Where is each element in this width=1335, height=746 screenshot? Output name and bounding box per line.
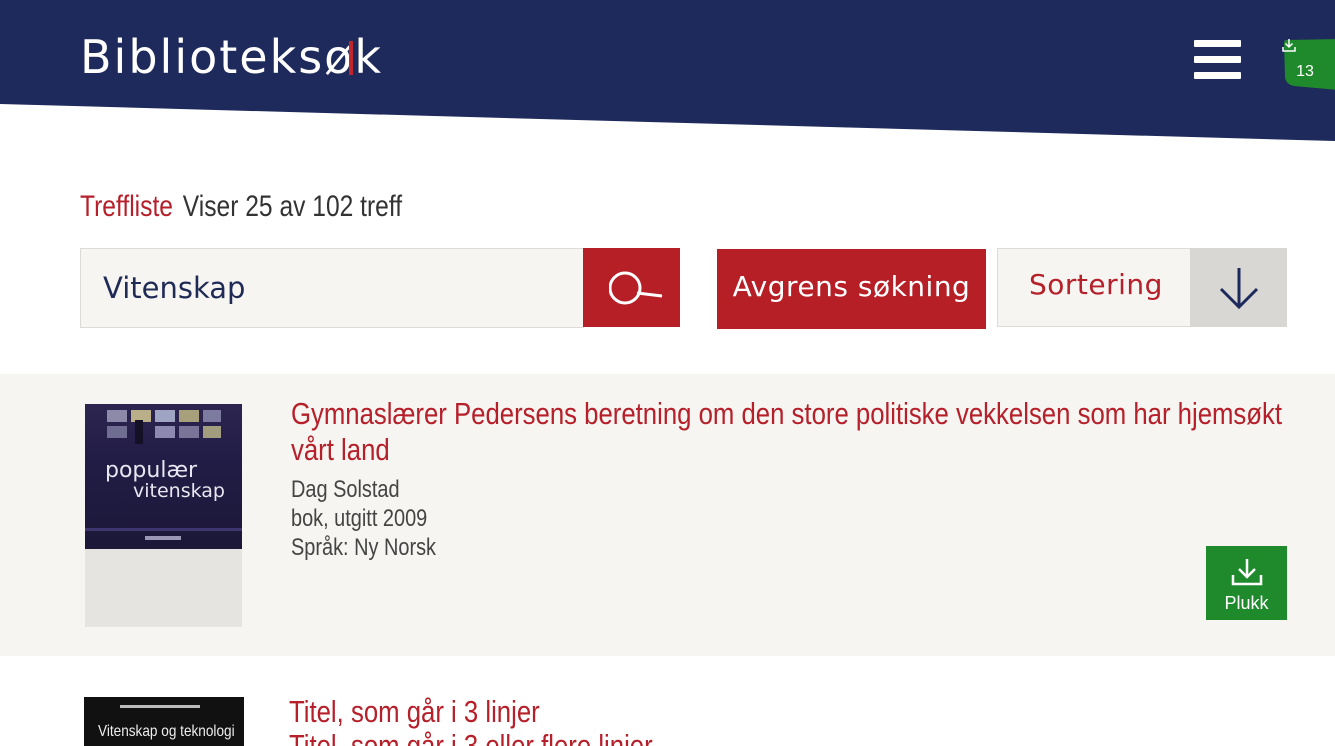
result-summary: Treffliste Viser 25 av 102 treff	[80, 190, 402, 224]
picks-badge-button[interactable]: 13	[1282, 38, 1335, 90]
result-title[interactable]: Gymnaslærer Pedersens beretning om den s…	[291, 396, 1282, 468]
search-icon	[609, 271, 663, 305]
result-author: Dag Solstad	[291, 476, 400, 503]
book-cover-image[interactable]: populær vitenskap	[85, 404, 242, 549]
book-cover-image[interactable]: Vitenskap og teknologi	[84, 697, 244, 746]
result-type-year: bok, utgitt 2009	[291, 505, 428, 532]
picks-count: 13	[1296, 63, 1314, 80]
cover-title: Vitenskap og teknologi	[98, 723, 235, 740]
search-field[interactable]	[80, 248, 584, 328]
arrow-down-icon	[1219, 268, 1259, 310]
pick-button[interactable]: Plukk	[1206, 546, 1287, 620]
download-icon	[1231, 559, 1263, 586]
search-button[interactable]	[583, 248, 680, 327]
result-title-line2[interactable]: Titel, som går i 3 eller flere linjer	[289, 728, 653, 746]
top-banner: Biblioteksøk 13	[0, 0, 1335, 145]
refine-search-button[interactable]: Avgrens søkning	[717, 249, 986, 329]
result-count: Viser 25 av 102 treff	[182, 190, 403, 223]
result-title[interactable]: Titel, som går i 3 linjer	[289, 694, 540, 730]
text-cursor	[349, 41, 353, 75]
cover-subtitle-bar	[120, 705, 200, 708]
result-list-label: Treffliste	[80, 190, 173, 223]
site-title[interactable]: Biblioteksøk	[80, 30, 383, 84]
download-icon	[1282, 39, 1296, 52]
search-input[interactable]	[103, 271, 563, 305]
sort-toggle-button[interactable]	[1190, 248, 1287, 327]
cover-publisher-mark	[145, 536, 181, 540]
cover-divider	[85, 528, 242, 531]
sort-label: Sortering	[1029, 268, 1163, 301]
cover-title-line2: vitenskap	[133, 480, 225, 502]
cover-screens-graphic	[107, 410, 221, 444]
pick-button-label: Plukk	[1224, 593, 1269, 613]
result-title-text[interactable]: Gymnaslærer Pedersens beretning om den s…	[291, 396, 1287, 468]
result-language: Språk: Ny Norsk	[291, 534, 437, 561]
hamburger-menu-icon[interactable]	[1194, 40, 1241, 79]
sort-dropdown[interactable]: Sortering	[997, 248, 1191, 327]
